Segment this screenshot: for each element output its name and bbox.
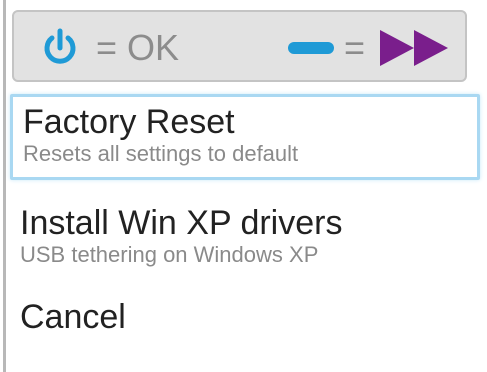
menu-item-subtitle: USB tethering on Windows XP [20, 242, 319, 267]
menu-item-subtitle: Resets all settings to default [23, 141, 299, 166]
menu-item-factory-reset[interactable]: Factory Reset Resets all settings to def… [10, 94, 480, 180]
power-icon [44, 28, 76, 64]
key-legend-bar: = OK = [12, 10, 467, 82]
menu-item-title: Cancel [20, 298, 126, 336]
recovery-menu-screen: = OK = Factory Reset Resets all settings… [0, 0, 487, 372]
menu-item-title: Install Win XP drivers [20, 204, 343, 242]
menu-item-install-drivers[interactable]: Install Win XP drivers USB tethering on … [10, 200, 342, 268]
menu-item-cancel[interactable]: Cancel [10, 294, 126, 336]
left-border [3, 0, 6, 372]
minus-icon [288, 42, 334, 54]
menu-item-title: Factory Reset [23, 103, 235, 141]
recovery-menu: Factory Reset Resets all settings to def… [10, 94, 480, 336]
fast-forward-icon [380, 30, 448, 66]
next-label: = [344, 27, 366, 68]
ok-label: = OK [96, 27, 180, 68]
